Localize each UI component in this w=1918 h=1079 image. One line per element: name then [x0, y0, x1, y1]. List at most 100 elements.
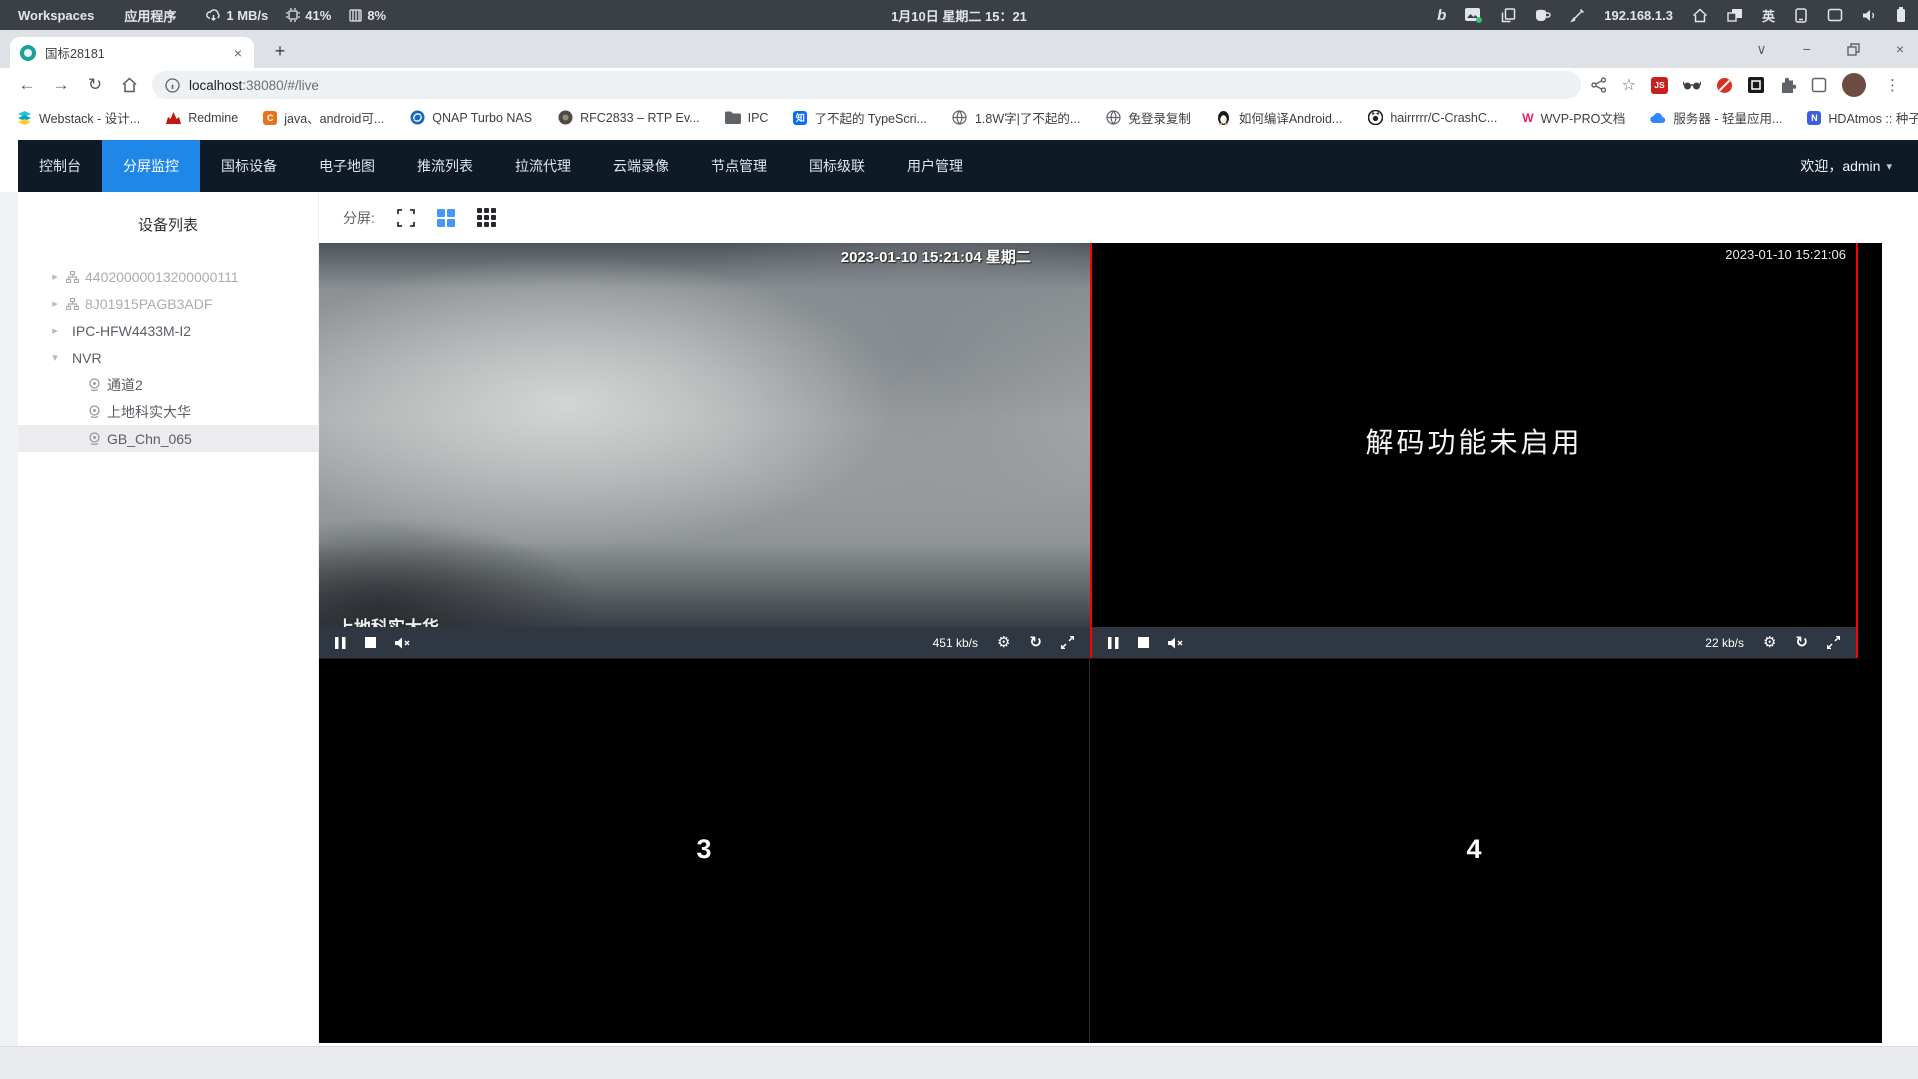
- nav-tab-map[interactable]: 电子地图: [298, 140, 396, 192]
- ext-screenshot-icon[interactable]: [1748, 77, 1764, 93]
- home-icon[interactable]: [1692, 7, 1708, 23]
- reload-button[interactable]: ↻: [78, 75, 112, 95]
- memory-indicator: 8%: [349, 8, 386, 23]
- video-cell-3[interactable]: 3: [319, 658, 1090, 1043]
- nav-tab-console[interactable]: 控制台: [18, 140, 102, 192]
- screenshot-app-icon[interactable]: [1465, 7, 1483, 23]
- bing-icon[interactable]: b: [1437, 7, 1446, 24]
- single-screen-icon[interactable]: [396, 208, 415, 227]
- bookmark-item[interactable]: IPC: [724, 110, 768, 126]
- tab-close-icon[interactable]: ×: [232, 45, 244, 61]
- bookmark-item[interactable]: N HDAtmos :: 种子 *...: [1807, 108, 1918, 127]
- refresh-icon[interactable]: ↻: [1029, 635, 1042, 650]
- refresh-icon[interactable]: ↻: [1795, 635, 1808, 650]
- nav-tab-node-manage[interactable]: 节点管理: [690, 140, 788, 192]
- ime-indicator[interactable]: 英: [1762, 6, 1775, 25]
- nav-tab-cloud-record[interactable]: 云端录像: [592, 140, 690, 192]
- tree-item-channel-selected[interactable]: GB_Chn_065: [18, 425, 318, 452]
- pause-button[interactable]: [335, 636, 346, 649]
- mute-button[interactable]: [395, 637, 411, 649]
- caret-right-icon[interactable]: ▸: [48, 270, 62, 283]
- grid-2x2-icon[interactable]: [436, 208, 455, 227]
- windows-icon[interactable]: [1727, 8, 1743, 23]
- volume-icon[interactable]: [1862, 9, 1877, 22]
- tree-item-device[interactable]: ▾ NVR: [18, 344, 318, 371]
- ip-address[interactable]: 192.168.1.3: [1604, 8, 1673, 23]
- bookmark-item[interactable]: Webstack - 设计...: [16, 108, 140, 127]
- tree-item-platform[interactable]: ▸ 44020000013200000111: [18, 263, 318, 290]
- nav-tab-push-list[interactable]: 推流列表: [396, 140, 494, 192]
- video-cell-2-selected[interactable]: 2023-01-10 15:21:06 解码功能未启用 22 kb/s ⚙ ↻: [1090, 243, 1858, 658]
- phonelink-icon[interactable]: [1794, 7, 1808, 23]
- bookmark-item[interactable]: 免登录复制: [1105, 108, 1191, 127]
- copy-icon[interactable]: [1501, 7, 1516, 23]
- new-tab-button[interactable]: +: [266, 38, 294, 66]
- tree-item-platform[interactable]: ▸ 8J01915PAGB3ADF: [18, 290, 318, 317]
- zhihu-icon: 知: [793, 110, 808, 125]
- bookmark-item[interactable]: RFC2833 – RTP Ev...: [557, 110, 700, 126]
- tree-item-channel[interactable]: 上地科实大华: [18, 398, 318, 425]
- ext-blocker-icon[interactable]: [1716, 77, 1733, 94]
- bookmark-item[interactable]: 如何编译Android...: [1216, 108, 1342, 127]
- extensions-puzzle-icon[interactable]: [1779, 77, 1796, 94]
- bookmark-item[interactable]: W WVP-PRO文档: [1522, 108, 1625, 127]
- display-icon[interactable]: [1827, 8, 1843, 22]
- applications-menu[interactable]: 应用程序: [124, 6, 176, 25]
- address-bar[interactable]: localhost:38080/#/live: [152, 71, 1581, 99]
- caret-right-icon[interactable]: ▸: [48, 324, 62, 337]
- stop-button[interactable]: [1138, 637, 1149, 648]
- expand-icon[interactable]: [1827, 636, 1840, 649]
- cpu-indicator: 41%: [286, 8, 331, 23]
- stop-button[interactable]: [365, 637, 376, 648]
- nav-tab-user-manage[interactable]: 用户管理: [886, 140, 984, 192]
- nav-tab-gb-devices[interactable]: 国标设备: [200, 140, 298, 192]
- video-cell-1[interactable]: 2023-01-10 15:21:04 星期二 上地科实大华 451 kb/s …: [319, 243, 1090, 658]
- mute-button[interactable]: [1168, 637, 1184, 649]
- bookmark-item[interactable]: 服务器 - 轻量应用...: [1650, 108, 1782, 127]
- ext-frame-icon[interactable]: [1811, 77, 1827, 93]
- bookmark-item[interactable]: QNAP Turbo NAS: [409, 110, 532, 126]
- bookmark-item[interactable]: hairrrrr/C-CrashC...: [1367, 110, 1497, 126]
- grid-3x3-icon[interactable]: [476, 208, 496, 227]
- close-window-button[interactable]: ×: [1896, 41, 1904, 57]
- forward-button[interactable]: →: [44, 75, 78, 95]
- ext-glasses-icon[interactable]: [1683, 79, 1701, 91]
- tab-search-chevron-icon[interactable]: ∨: [1756, 41, 1766, 58]
- settings-gear-icon[interactable]: ⚙: [1763, 635, 1776, 650]
- minimize-button[interactable]: −: [1803, 41, 1811, 57]
- bookmark-item[interactable]: 1.8W字|了不起的...: [952, 108, 1080, 127]
- workspaces-button[interactable]: Workspaces: [18, 8, 94, 23]
- nav-tab-gb-cascade[interactable]: 国标级联: [788, 140, 886, 192]
- tab-favicon-icon: [20, 44, 36, 61]
- welcome-dropdown[interactable]: 欢迎，admin ▾: [1800, 156, 1892, 176]
- back-button[interactable]: ←: [10, 75, 44, 95]
- browser-home-button[interactable]: [112, 77, 146, 93]
- nav-tab-split-monitor[interactable]: 分屏监控: [102, 140, 200, 192]
- nav-tab-pull-proxy[interactable]: 拉流代理: [494, 140, 592, 192]
- restore-button[interactable]: [1847, 42, 1860, 56]
- video-cell-4[interactable]: 4: [1090, 658, 1858, 1043]
- device-list-title: 设备列表: [137, 217, 198, 234]
- tree-item-device[interactable]: ▸ IPC-HFW4433M-I2: [18, 317, 318, 344]
- browser-menu-kebab-icon[interactable]: ⋮: [1881, 76, 1904, 94]
- bookmark-item[interactable]: C java、android可...: [263, 108, 384, 127]
- bookmark-item[interactable]: Redmine: [165, 110, 238, 126]
- ext-js-blocker-icon[interactable]: JS: [1651, 76, 1668, 94]
- expand-icon[interactable]: [1061, 636, 1074, 649]
- bookmark-item[interactable]: 知 了不起的 TypeScri...: [793, 108, 927, 127]
- caret-down-icon[interactable]: ▾: [48, 351, 62, 364]
- battery-icon[interactable]: [1896, 7, 1906, 23]
- caret-right-icon[interactable]: ▸: [48, 297, 62, 310]
- wvp-icon: W: [1522, 110, 1534, 125]
- share-icon[interactable]: [1590, 77, 1607, 93]
- site-info-icon[interactable]: [165, 77, 180, 93]
- webstack-icon: [16, 110, 32, 126]
- pause-button[interactable]: [1108, 636, 1119, 649]
- browser-tab[interactable]: 国标28181 ×: [10, 37, 254, 68]
- bookmark-star-icon[interactable]: ☆: [1622, 75, 1636, 95]
- profile-avatar[interactable]: [1842, 73, 1866, 97]
- coffee-icon[interactable]: [1535, 8, 1551, 22]
- settings-gear-icon[interactable]: ⚙: [997, 635, 1010, 650]
- tree-item-channel[interactable]: 通道2: [18, 371, 318, 398]
- pen-icon[interactable]: [1570, 8, 1585, 23]
